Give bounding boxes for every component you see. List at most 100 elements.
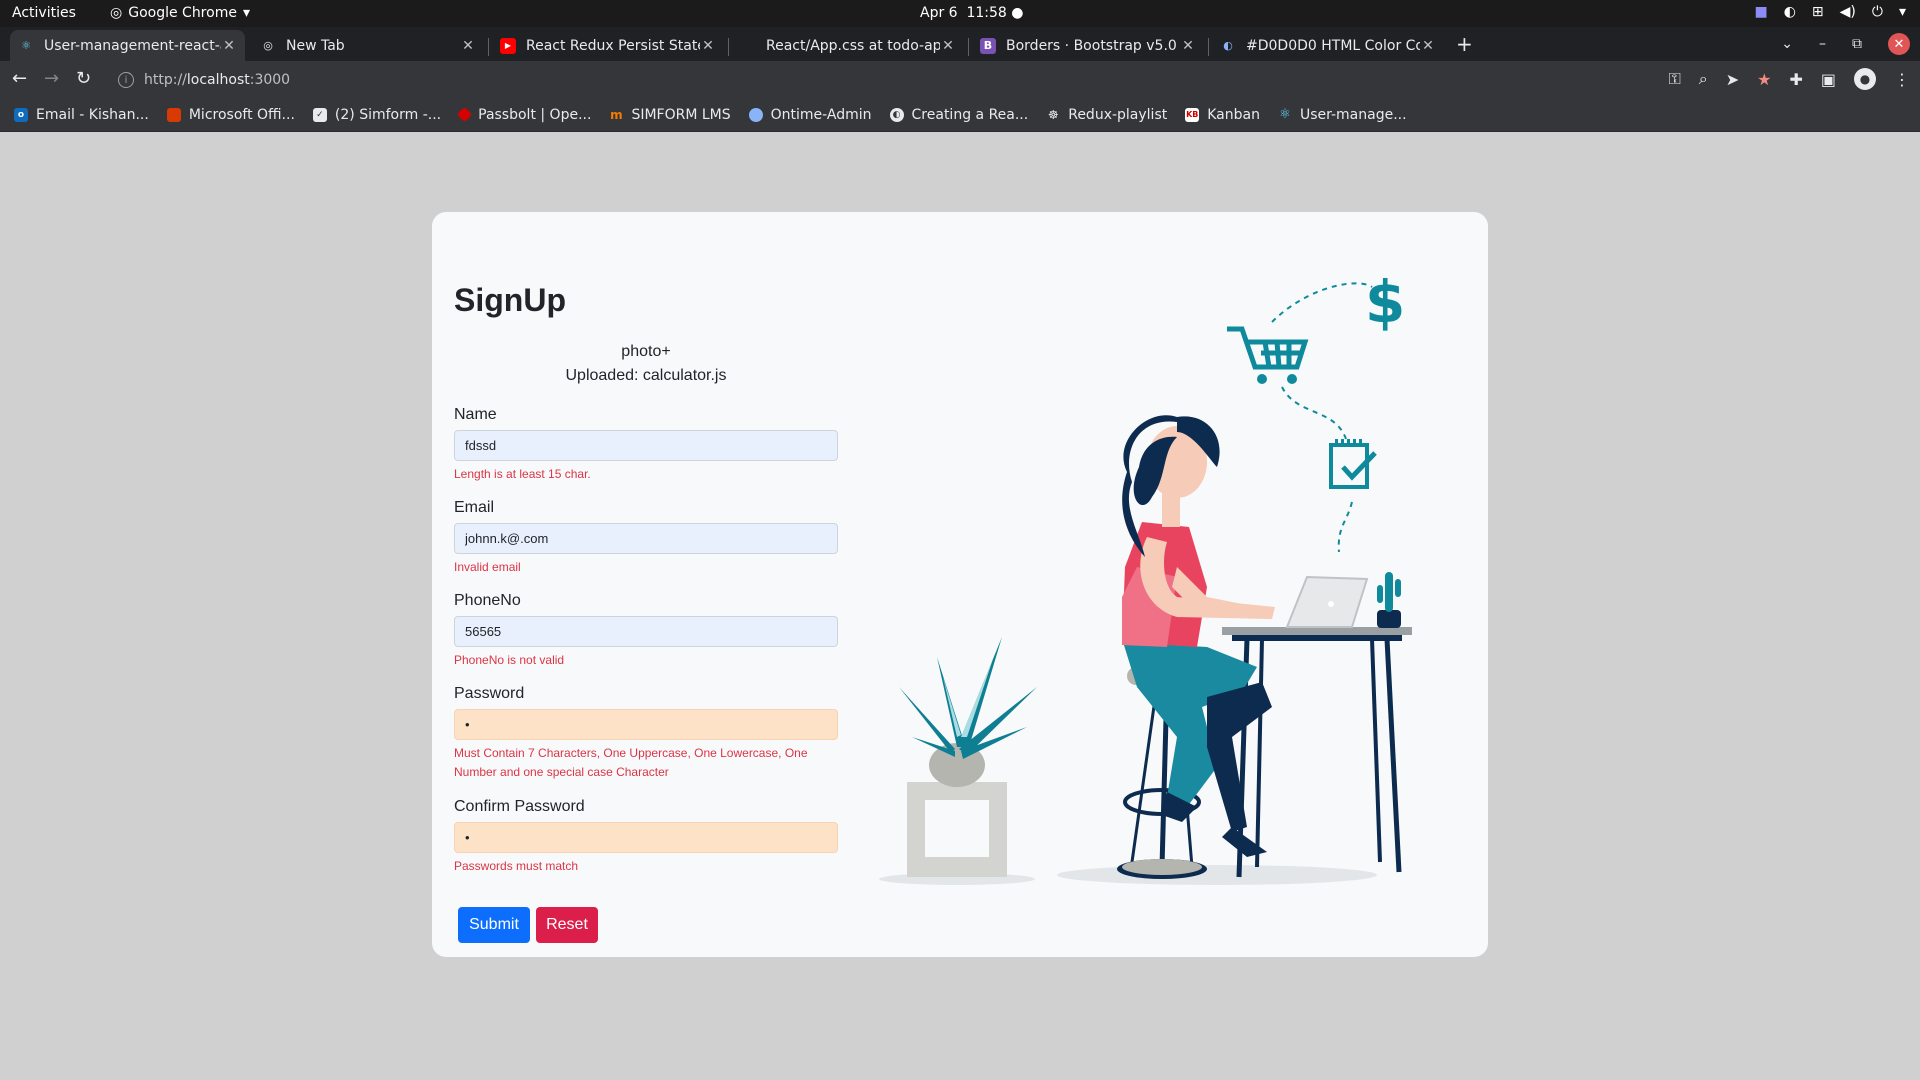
page-viewport: SignUp photo+ Uploaded: calculator.js Na… — [0, 132, 1920, 1080]
signup-card: SignUp photo+ Uploaded: calculator.js Na… — [432, 212, 1488, 957]
time: 11:58 — [966, 5, 1007, 21]
tab-bootstrap-borders[interactable]: B Borders · Bootstrap v5.0 ✕ — [972, 30, 1204, 61]
tab-github-app-css[interactable]: React/App.css at todo-ap ✕ — [732, 30, 964, 61]
tab-new-tab[interactable]: ◎ New Tab ✕ — [252, 30, 484, 61]
color-icon: ◐ — [1223, 39, 1233, 52]
bookmark-creating-react[interactable]: ◐ Creating a Rea... — [889, 107, 1028, 123]
close-icon[interactable]: ✕ — [1180, 38, 1196, 54]
night-light-icon[interactable]: ◐ — [1784, 4, 1796, 20]
phone-label: PhoneNo — [454, 592, 521, 609]
back-arrow-icon[interactable]: ← — [12, 68, 27, 90]
toolbar-actions: ⚿ ⌕ ➤ ★ ✚ ▣ ● ⋮ — [1669, 68, 1910, 90]
browser-toolbar: ← → ↻ i http://localhost:3000 ⚿ ⌕ ➤ ★ ✚ … — [0, 61, 1920, 98]
bookmark-redux-playlist[interactable]: ☸ Redux-playlist — [1046, 107, 1167, 123]
page-title: SignUp — [454, 282, 566, 318]
activities-button[interactable]: Activities — [12, 5, 76, 21]
teams-icon[interactable]: ■ — [1754, 4, 1767, 20]
outlook-icon: o — [14, 107, 28, 122]
lms-icon: m — [610, 107, 623, 122]
reload-icon[interactable]: ↻ — [76, 68, 91, 90]
bookmark-simform-lms[interactable]: m SIMFORM LMS — [609, 107, 730, 123]
window-controls: ⌄ – ⧉ ✕ — [1781, 33, 1910, 55]
bookmark-email[interactable]: o Email - Kishan... — [14, 107, 149, 123]
tab-color-code[interactable]: ◐ #D0D0D0 HTML Color Co ✕ — [1212, 30, 1444, 61]
submit-button[interactable]: Submit — [458, 907, 530, 943]
close-icon[interactable]: ✕ — [1420, 38, 1436, 54]
password-input[interactable] — [454, 709, 838, 740]
tab-search-icon[interactable]: ⌄ — [1781, 36, 1793, 52]
restore-icon[interactable]: ⧉ — [1852, 36, 1862, 52]
clock[interactable]: Apr 6 11:58 ● — [920, 5, 1024, 21]
key-icon[interactable]: ⚿ — [1669, 69, 1681, 89]
zoom-icon[interactable]: ⌕ — [1699, 69, 1708, 89]
kanban-icon: KB — [1185, 107, 1200, 122]
signup-illustration: $ — [879, 268, 1412, 885]
menu-kebab-icon[interactable]: ⋮ — [1894, 70, 1910, 89]
bootstrap-icon: B — [980, 37, 996, 54]
close-icon[interactable]: ✕ — [460, 38, 476, 54]
close-icon[interactable]: ✕ — [940, 38, 956, 54]
bookmark-user-management[interactable]: ⚛ User-manage... — [1278, 107, 1406, 123]
uploaded-file-text: Uploaded: calculator.js — [565, 367, 727, 384]
name-input[interactable] — [454, 430, 838, 461]
password-label: Password — [454, 685, 525, 702]
bookmark-microsoft-office[interactable]: Microsoft Offi... — [166, 107, 295, 123]
tab-title: React/App.css at todo-ap — [766, 37, 940, 54]
bookmark-ontime-admin[interactable]: Ontime-Admin — [748, 107, 872, 123]
info-icon[interactable]: i — [118, 72, 134, 88]
close-icon[interactable]: ✕ — [221, 38, 237, 54]
bookmark-passbolt[interactable]: Passbolt | Ope... — [456, 106, 591, 123]
profile-avatar-icon[interactable]: ● — [1854, 68, 1876, 90]
photo-upload-button[interactable]: photo+ — [454, 340, 838, 364]
new-tab-button[interactable]: + — [1456, 34, 1473, 54]
url-text: http://localhost:3000 — [144, 72, 291, 88]
power-icon[interactable]: ⏻ — [1872, 4, 1883, 20]
tab-user-management[interactable]: ⚛ User-management-react-a ✕ — [10, 30, 245, 61]
bookmark-simform[interactable]: ✓ (2) Simform -... — [312, 107, 441, 123]
dollar-icon: $ — [1365, 268, 1405, 336]
simform-icon: ✓ — [312, 107, 327, 122]
confirm-password-error: Passwords must match — [454, 859, 579, 873]
confirm-password-input[interactable] — [454, 822, 838, 853]
globe-icon: ◐ — [889, 107, 904, 122]
volume-icon[interactable]: ◀) — [1840, 4, 1856, 20]
tab-title: Borders · Bootstrap v5.0 — [1006, 37, 1177, 54]
confirm-password-field-group: Confirm Password Passwords must match — [454, 798, 838, 876]
tab-react-redux-persist[interactable]: ▶ React Redux Persist State ✕ — [492, 30, 724, 61]
forward-arrow-icon[interactable]: → — [44, 68, 59, 90]
chrome-icon: ◎ — [110, 5, 123, 21]
phone-error: PhoneNo is not valid — [454, 653, 565, 667]
address-bar[interactable]: i http://localhost:3000 — [110, 65, 1680, 95]
send-icon[interactable]: ➤ — [1726, 70, 1739, 89]
caret-down-icon[interactable]: ▾ — [1899, 4, 1906, 20]
email-label: Email — [454, 499, 495, 516]
react-icon: ⚛ — [21, 39, 31, 52]
bookmark-kanban[interactable]: KB Kanban — [1185, 107, 1260, 123]
clipboard-check-icon — [1329, 439, 1377, 489]
close-icon[interactable]: ✕ — [700, 38, 716, 54]
phone-input[interactable] — [454, 616, 838, 647]
email-input[interactable] — [454, 523, 838, 554]
extensions-icon[interactable]: ✚ — [1789, 70, 1802, 89]
react-icon: ⚛ — [1279, 107, 1291, 122]
app-menu[interactable]: ◎ Google Chrome ▾ — [110, 5, 250, 21]
window-close-icon[interactable]: ✕ — [1888, 33, 1910, 55]
reset-button[interactable]: Reset — [536, 907, 598, 943]
passbolt-icon — [456, 106, 473, 123]
side-panel-icon[interactable]: ▣ — [1821, 70, 1836, 89]
password-field-group: Password Must Contain 7 Characters, One … — [454, 685, 838, 782]
tab-divider — [488, 38, 489, 56]
tab-divider — [1208, 38, 1209, 56]
bookmark-star-icon[interactable]: ★ — [1757, 70, 1771, 89]
tab-title: New Tab — [286, 37, 345, 54]
network-icon[interactable]: ⊞ — [1812, 4, 1824, 20]
date: Apr 6 — [920, 5, 958, 21]
name-error: Length is at least 15 char. — [454, 467, 591, 481]
tab-title: #D0D0D0 HTML Color Co — [1246, 37, 1420, 54]
system-tray[interactable]: ■ ◐ ⊞ ◀) ⏻ ▾ — [1754, 4, 1906, 20]
potted-plant — [899, 637, 1037, 877]
app-name: Google Chrome — [128, 5, 237, 21]
email-field-group: Email Invalid email — [454, 499, 838, 577]
system-top-bar: Activities ◎ Google Chrome ▾ Apr 6 11:58… — [0, 0, 1920, 27]
minimize-icon[interactable]: – — [1819, 36, 1826, 52]
